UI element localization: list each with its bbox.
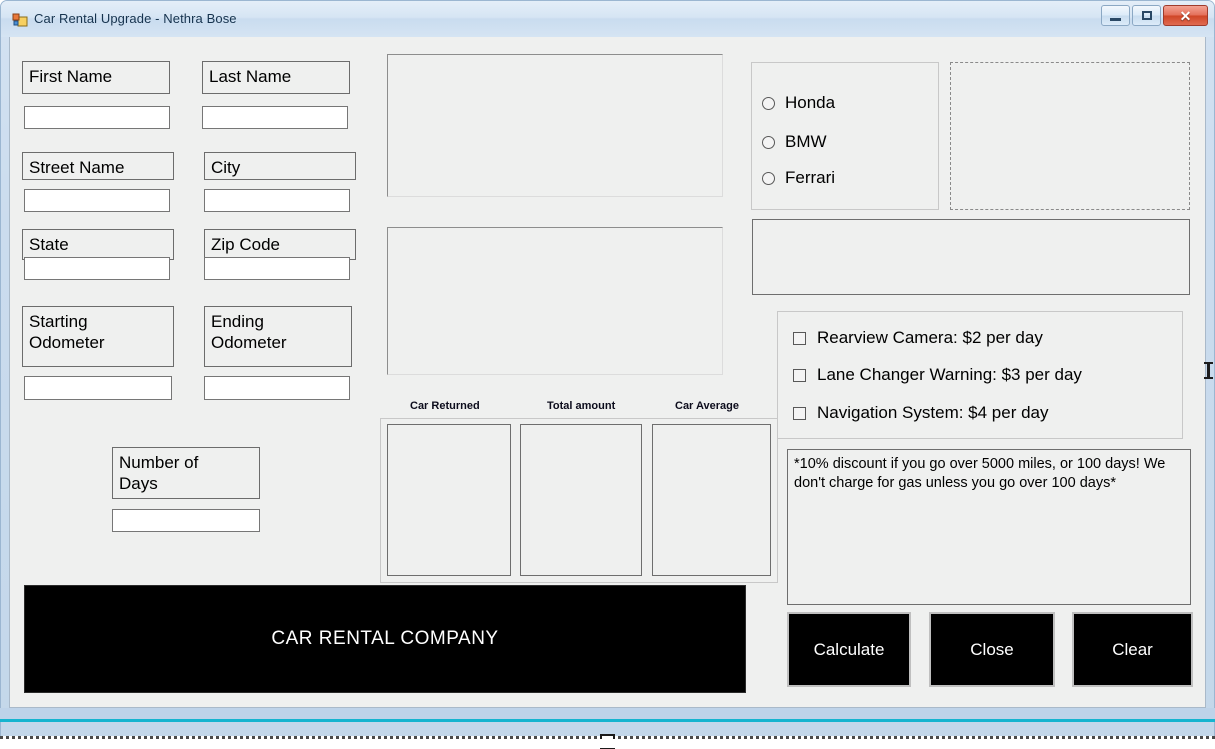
window-frame-bottom: [0, 708, 1215, 719]
radio-circle-icon: [762, 96, 775, 110]
company-banner-text: CAR RENTAL COMPANY: [271, 628, 499, 649]
maximize-icon: [1141, 11, 1152, 20]
checkbox-rearview-camera-label: Rearview Camera: $2 per day: [817, 328, 1043, 347]
radio-bmw-label: BMW: [785, 132, 827, 151]
car-image-display-panel: [387, 54, 723, 197]
number-of-days-input[interactable]: [112, 509, 260, 532]
clear-button-label: Clear: [1112, 639, 1153, 659]
checkbox-rearview-camera[interactable]: Rearview Camera: $2 per day: [793, 328, 1043, 348]
street-name-label: Street Name: [22, 152, 174, 180]
starting-odometer-label: Starting Odometer: [22, 306, 174, 367]
checkbox-square-icon: [793, 368, 806, 382]
car-returned-output: [387, 424, 511, 576]
car-average-header: Car Average: [675, 400, 739, 412]
application-window: Car Rental Upgrade - Nethra Bose ✕ First…: [0, 0, 1215, 749]
checkbox-square-icon: [793, 331, 806, 345]
maximize-button[interactable]: [1132, 5, 1161, 26]
form-client-area: First Name Last Name Street Name City St…: [9, 37, 1206, 708]
discount-notice-textbox[interactable]: *10% discount if you go over 5000 miles,…: [787, 449, 1191, 605]
checkbox-square-icon: [793, 406, 806, 420]
checkbox-lane-changer-warning[interactable]: Lane Changer Warning: $3 per day: [793, 365, 1082, 385]
state-input[interactable]: [24, 257, 170, 280]
company-banner: CAR RENTAL COMPANY: [24, 585, 746, 693]
city-label: City: [204, 152, 356, 180]
zip-code-label: Zip Code: [204, 229, 356, 260]
total-amount-output: [520, 424, 642, 576]
close-button-action[interactable]: Close: [929, 612, 1055, 687]
minimize-icon: [1110, 17, 1121, 21]
title-bar[interactable]: Car Rental Upgrade - Nethra Bose ✕: [1, 1, 1214, 37]
calculate-button-label: Calculate: [813, 639, 885, 659]
minimize-button[interactable]: [1101, 5, 1130, 26]
ending-odometer-label: Ending Odometer: [204, 306, 352, 367]
window-frame-accent-line: [0, 719, 1215, 722]
text-cursor-icon: [1204, 362, 1213, 379]
details-display-panel: [387, 227, 723, 375]
window-title: Car Rental Upgrade - Nethra Bose: [34, 11, 237, 26]
ending-odometer-input[interactable]: [204, 376, 350, 400]
total-amount-header: Total amount: [547, 400, 616, 412]
last-name-label: Last Name: [202, 61, 350, 94]
state-label: State: [22, 229, 174, 260]
selection-summary-panel: [752, 219, 1190, 295]
last-name-input[interactable]: [202, 106, 348, 129]
radio-bmw[interactable]: BMW: [762, 132, 827, 152]
radio-honda-label: Honda: [785, 93, 836, 112]
car-picture-box: [950, 62, 1190, 210]
zip-code-input[interactable]: [204, 257, 350, 280]
checkbox-navigation-system-label: Navigation System: $4 per day: [817, 403, 1049, 422]
form-designer-icon: [12, 13, 28, 27]
checkbox-lane-changer-warning-label: Lane Changer Warning: $3 per day: [817, 365, 1082, 384]
first-name-input[interactable]: [24, 106, 170, 129]
car-returned-header: Car Returned: [410, 400, 480, 412]
street-name-input[interactable]: [24, 189, 170, 212]
starting-odometer-input[interactable]: [24, 376, 172, 400]
close-button-label: Close: [970, 639, 1014, 659]
window-controls: ✕: [1101, 5, 1208, 26]
radio-circle-icon: [762, 135, 775, 149]
clear-button[interactable]: Clear: [1072, 612, 1193, 687]
desktop-background: [0, 739, 1215, 748]
close-icon: ✕: [1179, 7, 1192, 24]
radio-ferrari[interactable]: Ferrari: [762, 168, 835, 188]
checkbox-navigation-system[interactable]: Navigation System: $4 per day: [793, 403, 1049, 423]
radio-honda[interactable]: Honda: [762, 93, 835, 113]
first-name-label: First Name: [22, 61, 170, 94]
car-average-output: [652, 424, 771, 576]
calculate-button[interactable]: Calculate: [787, 612, 911, 687]
city-input[interactable]: [204, 189, 350, 212]
radio-ferrari-label: Ferrari: [785, 168, 836, 187]
close-button[interactable]: ✕: [1163, 5, 1208, 26]
radio-circle-icon: [762, 171, 775, 185]
number-of-days-label: Number of Days: [112, 447, 260, 499]
